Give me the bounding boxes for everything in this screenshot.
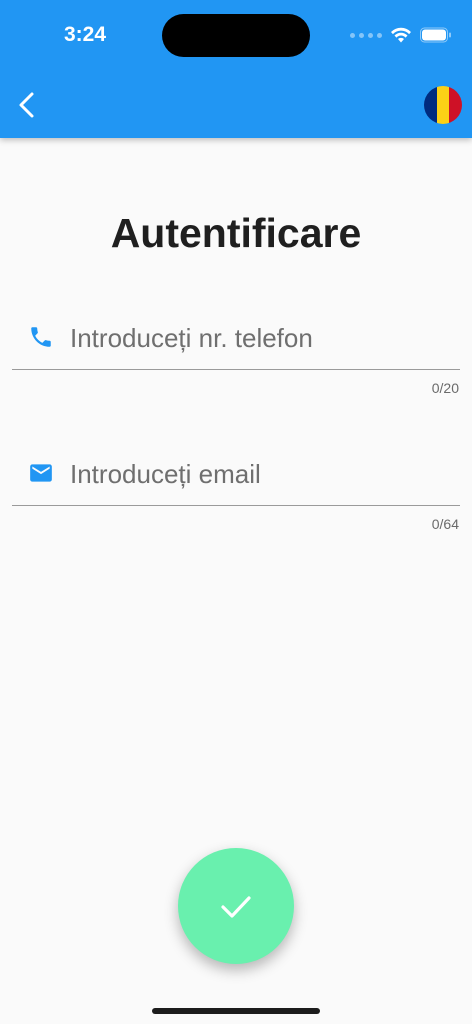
- flag-stripe-yellow: [436, 86, 450, 124]
- battery-icon: [420, 27, 451, 43]
- phone-char-counter: 0/20: [431, 380, 459, 396]
- wifi-icon: [391, 27, 411, 43]
- email-icon: [30, 464, 52, 482]
- status-time: 3:24: [64, 23, 107, 46]
- status-icons: [350, 24, 452, 46]
- language-flag-button[interactable]: [424, 86, 462, 124]
- email-input[interactable]: [70, 450, 450, 498]
- chevron-left-icon: [19, 92, 34, 118]
- home-indicator[interactable]: [152, 1008, 320, 1014]
- submit-button[interactable]: [178, 848, 294, 964]
- app-bar: 3:24: [0, 0, 472, 138]
- phone-icon: [31, 327, 51, 347]
- page-title: Autentificare: [110, 210, 362, 256]
- dynamic-island: [162, 14, 310, 57]
- flag-stripe-red: [449, 86, 462, 124]
- flag-stripe-blue: [424, 86, 437, 124]
- signal-icon: [350, 32, 382, 38]
- phone-field[interactable]: [12, 306, 460, 370]
- phone-input[interactable]: [70, 314, 450, 362]
- check-icon: [221, 896, 251, 918]
- back-button[interactable]: [14, 90, 42, 120]
- email-field[interactable]: [12, 442, 460, 506]
- email-char-counter: 0/64: [431, 516, 459, 532]
